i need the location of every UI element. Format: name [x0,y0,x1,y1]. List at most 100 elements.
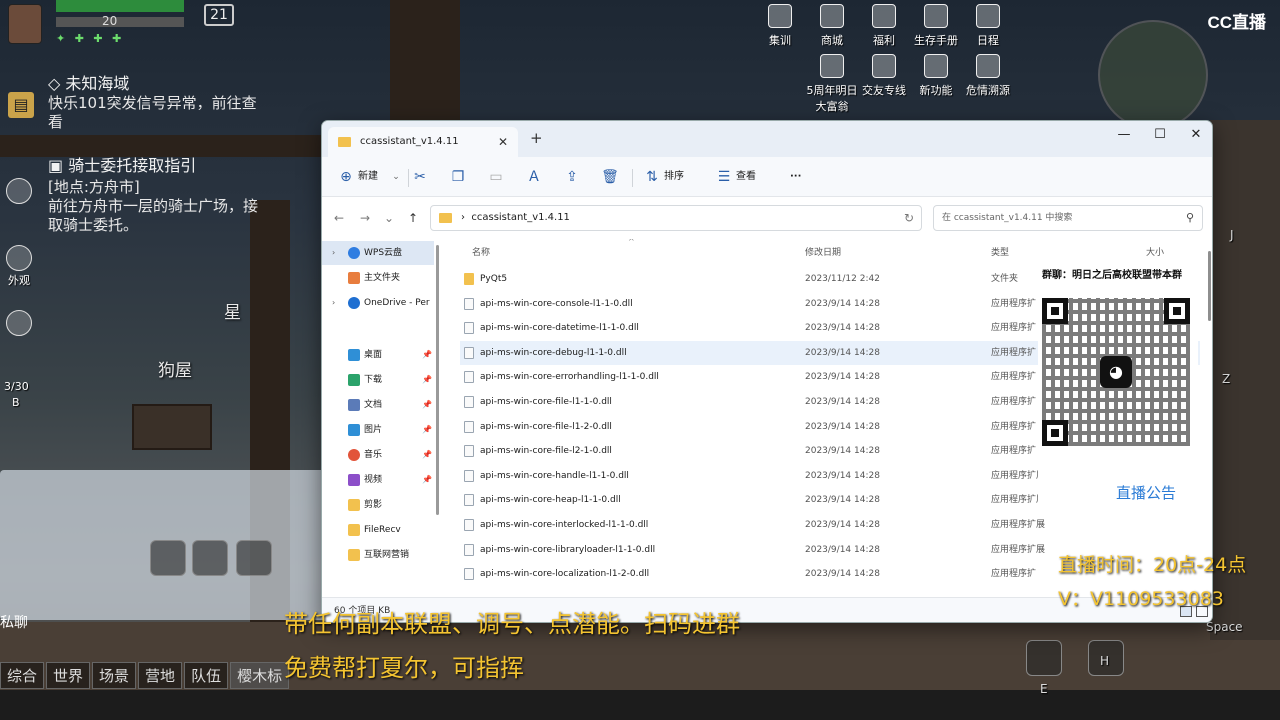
file-name: api-ms-win-core-console-l1-1-0.dll [480,298,633,309]
key-hint-z: Z [1222,372,1231,386]
up-arrow-icon[interactable]: ↑ [404,209,422,227]
nav-item-documents[interactable]: 文档 📌 [322,393,434,417]
private-chat-label[interactable]: 私聊 [0,612,28,632]
refresh-icon[interactable]: ↻ [900,209,918,227]
explorer-tab[interactable]: ccassistant_v1.4.11 ✕ [328,127,518,157]
pin-icon: 📌 [422,350,432,359]
chat-tab[interactable]: 场景 [92,662,137,689]
column-header-date[interactable]: 修改日期 [805,245,841,258]
menu-label: 福利 [873,34,895,47]
file-name: api-ms-win-core-errorhandling-l1-1-0.dll [480,372,659,383]
copy-icon[interactable]: ❐ [446,165,470,189]
quest-body-line: 前往方舟市一层的骑士广场，接 [48,197,259,215]
chat-tab[interactable]: 队伍 [184,662,229,689]
view-icon[interactable]: ☰ [712,165,736,189]
back-arrow-icon[interactable]: ← [330,209,348,227]
dll-file-icon [464,346,474,359]
dll-file-icon [464,297,474,310]
menu-friends[interactable]: 交友专线 [856,54,912,98]
close-window-button[interactable]: ✕ [1178,123,1212,151]
quest-title[interactable]: ◇ 未知海域 [48,70,129,94]
forward-arrow-icon[interactable]: → [356,209,374,227]
menu-shop[interactable]: 商城 [804,4,860,48]
stream-caption-line2: 免费帮打夏尔，可指挥 [284,654,524,682]
paste-icon[interactable]: ▭ [484,165,508,189]
chat-tab[interactable]: 樱木标 [230,662,290,689]
new-icon[interactable]: ⊕ [334,165,358,189]
nav-item-music[interactable]: 音乐 📌 [322,443,434,467]
cc-live-logo: CC直播 [1207,13,1266,32]
rename-icon[interactable]: Ａ [522,165,546,189]
file-list-scrollbar[interactable] [1208,251,1211,321]
minimap[interactable] [1098,20,1208,130]
expand-chevron-icon[interactable]: › [332,241,335,265]
file-date: 2023/9/14 14:28 [805,323,880,334]
search-input[interactable]: 在 ccassistant_v1.4.11 中搜索 ⚲ [933,205,1203,231]
nav-item-jianying[interactable]: 剪影 [322,493,434,517]
quest-book-icon[interactable]: ▤ [8,92,34,118]
column-header-size[interactable]: 大小 [1146,245,1164,258]
appearance-label: 外观 [8,274,30,287]
speaker-button[interactable] [192,540,228,576]
nav-item-marketing[interactable]: 互联网营销 [322,543,434,567]
nav-item-desktop[interactable]: 桌面 📌 [322,343,434,367]
dll-file-icon [464,543,474,556]
dropdown-chevron-icon[interactable]: ⌄ [384,165,408,189]
menu-anniversary[interactable]: 5周年明日大富翁 [804,54,860,114]
file-date: 2023/9/14 14:28 [805,495,880,506]
skill-e-button[interactable] [1026,640,1062,676]
menu-new-feature[interactable]: 新功能 [908,54,964,98]
nav-scrollbar[interactable] [436,245,439,515]
menu-handbook[interactable]: 生存手册 [908,4,964,48]
nav-item-wps-cloud[interactable]: › WPS云盘 [322,241,434,265]
menu-training[interactable]: 集训 [752,4,808,48]
file-row[interactable]: api-ms-win-core-interlocked-l1-1-0.dll 20… [460,513,1200,537]
quest-title-text: 未知海域 [65,74,130,93]
expand-chevron-icon[interactable]: › [332,291,335,315]
chat-tab[interactable]: 综合 [0,662,45,689]
emote-button[interactable] [236,540,272,576]
backpack-icon[interactable] [6,310,32,336]
close-tab-icon[interactable]: ✕ [498,127,508,157]
column-header-name[interactable]: 名称 [472,245,490,258]
minimize-button[interactable]: — [1106,123,1142,151]
menu-label: 日程 [977,34,999,47]
nav-item-downloads[interactable]: 下载 📌 [322,368,434,392]
sort-button[interactable]: 排序 [664,165,684,189]
nav-item-onedrive[interactable]: › OneDrive - Per [322,291,434,315]
nav-item-pictures[interactable]: 图片 📌 [322,418,434,442]
day-counter[interactable]: 21 [204,4,234,26]
home-icon [348,272,360,284]
maximize-button[interactable]: ☐ [1142,123,1178,151]
chat-tab[interactable]: 营地 [138,662,183,689]
column-header-type[interactable]: 类型 [991,245,1009,258]
mic-button[interactable] [150,540,186,576]
new-tab-button[interactable]: + [530,129,543,147]
title-bar: ccassistant_v1.4.11 ✕ + — ☐ ✕ [322,121,1212,157]
folder-icon [338,137,351,147]
delete-icon[interactable]: 🗑 [598,165,622,189]
view-button[interactable]: 查看 [736,165,756,189]
share-icon[interactable]: ⇪ [560,165,584,189]
quest-title[interactable]: ▣ 骑士委托接取指引 [48,152,196,176]
quest-body: [地点:方舟市] 前往方舟市一层的骑士广场，接 取骑士委托。 [48,178,288,235]
chat-tab[interactable]: 世界 [46,662,91,689]
more-options-button[interactable]: ··· [790,165,801,189]
file-name: api-ms-win-core-file-l1-1-0.dll [480,397,612,407]
menu-welfare[interactable]: 福利 [856,4,912,48]
menu-crisis[interactable]: 危情溯源 [960,54,1016,98]
address-field[interactable]: › ccassistant_v1.4.11 [430,205,922,231]
new-button[interactable]: 新建 [358,165,378,189]
flag-icon[interactable] [6,178,32,204]
appearance-icon[interactable] [6,245,32,271]
menu-schedule[interactable]: 日程 [960,4,1016,48]
nav-item-filerecv[interactable]: FileRecv [322,518,434,542]
cut-icon[interactable]: ✂ [408,165,432,189]
nav-item-home[interactable]: 主文件夹 [322,266,434,290]
nav-item-videos[interactable]: 视频 📌 [322,468,434,492]
sort-icon[interactable]: ⇅ [640,165,664,189]
stream-notice[interactable]: 直播公告 [1116,482,1176,503]
pin-icon: 📌 [422,425,432,434]
recent-chevron-icon[interactable]: ⌄ [380,209,398,227]
player-avatar[interactable] [8,4,42,44]
